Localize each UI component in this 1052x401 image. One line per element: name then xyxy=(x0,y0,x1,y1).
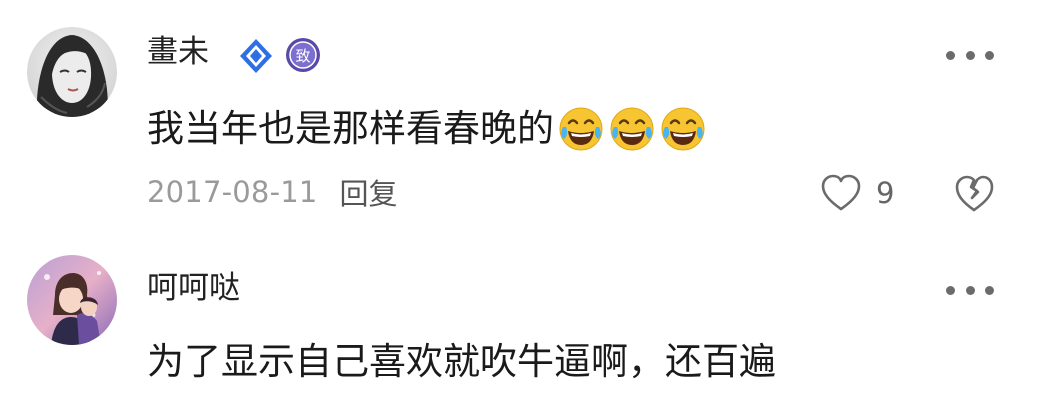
more-dots-icon xyxy=(946,285,955,295)
comment-body: 我当年也是那样看春晚的 xyxy=(147,107,554,150)
more-dot xyxy=(965,285,975,295)
dislike-button[interactable] xyxy=(954,174,994,214)
comment-body: 为了显示自己喜欢就吹牛逼啊，还百遍 xyxy=(147,340,776,383)
more-dot xyxy=(985,285,994,295)
more-dot xyxy=(985,50,994,60)
tears-of-joy-emoji xyxy=(557,105,605,153)
comment-item: 畫未 致 我当年也是那样看春晚的 2017-08-11 回复 9 xyxy=(0,0,1052,230)
tears-of-joy-emoji xyxy=(608,105,656,153)
avatar-image xyxy=(27,255,117,345)
diamond-verified-icon xyxy=(237,37,275,75)
like-button[interactable]: 9 xyxy=(820,172,894,214)
comment-text: 我当年也是那样看春晚的 xyxy=(147,105,707,153)
like-count: 9 xyxy=(876,176,895,210)
comment-item: 呵呵哒 为了显示自己喜欢就吹牛逼啊，还百遍 xyxy=(0,230,1052,401)
more-options-button[interactable] xyxy=(946,280,994,300)
broken-heart-icon xyxy=(955,175,994,212)
avatar-image xyxy=(27,27,117,117)
more-dot xyxy=(965,50,975,60)
username[interactable]: 畫未 xyxy=(147,34,209,70)
avatar[interactable] xyxy=(27,27,117,117)
level-badge-icon: 致 xyxy=(285,37,321,73)
timestamp: 2017-08-11 xyxy=(147,175,318,209)
username[interactable]: 呵呵哒 xyxy=(147,270,240,306)
level-badge-text: 致 xyxy=(295,47,310,65)
avatar[interactable] xyxy=(27,255,117,345)
more-options-button[interactable] xyxy=(946,45,994,65)
comment-text: 为了显示自己喜欢就吹牛逼啊，还百遍 xyxy=(147,340,776,384)
heart-icon xyxy=(821,174,861,211)
comment-meta: 2017-08-11 回复 xyxy=(147,172,398,212)
more-dots-icon xyxy=(946,50,955,60)
tears-of-joy-emoji xyxy=(659,105,707,153)
reply-button[interactable]: 回复 xyxy=(340,171,398,213)
